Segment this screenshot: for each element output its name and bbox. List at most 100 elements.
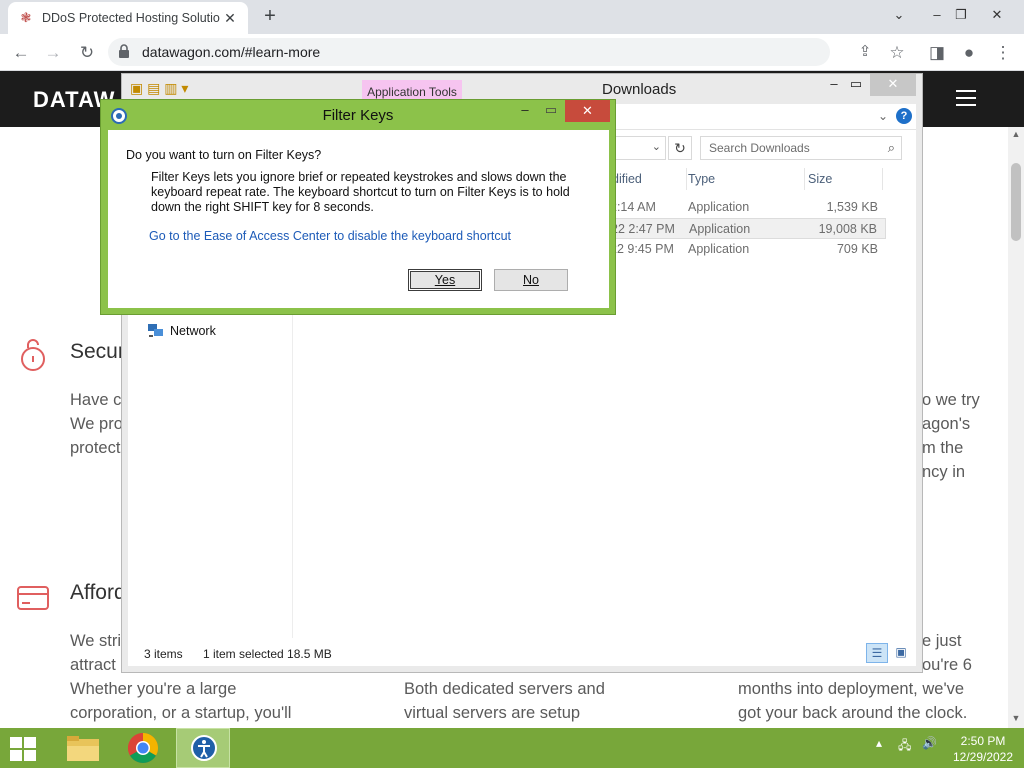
search-input[interactable]: Search Downloads ⌕ xyxy=(700,136,902,160)
address-bar[interactable]: datawagon.com/#learn-more ⇪ xyxy=(108,38,871,66)
taskbar-clock[interactable]: 2:50 PM 12/29/2022 xyxy=(948,733,1018,765)
browser-toolbar: ← → ↻ datawagon.com/#learn-more ⇪ ☆ ◨ ● … xyxy=(0,34,1024,71)
windows-start-icon[interactable] xyxy=(10,737,36,761)
chevron-down-icon[interactable]: ⌄ xyxy=(652,140,661,153)
taskbar: ▴ 🖧 🔊 2:50 PM 12/29/2022 xyxy=(0,728,1024,768)
scroll-down-icon[interactable]: ▼ xyxy=(1008,713,1024,723)
tab-search-icon[interactable]: ⌄ xyxy=(882,0,916,30)
clock-date: 12/29/2022 xyxy=(952,750,1014,764)
show-hidden-icons-icon[interactable]: ▴ xyxy=(876,736,882,750)
afford-text-line: We stri xyxy=(70,632,122,650)
taskbar-ease-of-access[interactable] xyxy=(176,728,230,768)
close-window-button[interactable]: ✕ xyxy=(980,0,1014,30)
no-button[interactable]: No xyxy=(494,269,568,291)
taskbar-file-explorer[interactable] xyxy=(56,728,110,768)
menu-dots-icon[interactable]: ⋮ xyxy=(990,40,1016,66)
mid-text-line: Both dedicated servers and xyxy=(404,680,605,698)
status-item-count: 3 items xyxy=(144,647,183,661)
new-tab-button[interactable]: + xyxy=(258,4,282,28)
ease-of-access-icon xyxy=(191,735,217,761)
nav-item-label: Network xyxy=(170,324,216,338)
column-divider[interactable] xyxy=(686,168,687,190)
file-row[interactable]: 2:14 AM Application 1,539 KB xyxy=(606,197,886,218)
column-date-modified[interactable]: dified xyxy=(612,172,642,186)
file-type: Application xyxy=(688,200,750,214)
right2-text-line: e just xyxy=(922,632,962,650)
dialog-description: Filter Keys lets you ignore brief or rep… xyxy=(151,170,570,214)
expand-ribbon-icon[interactable]: ⌄ xyxy=(878,109,888,123)
right2-text-line: months into deployment, we've xyxy=(738,680,965,698)
taskbar-chrome[interactable] xyxy=(116,728,170,768)
explorer-status-bar: 3 items 1 item selected 18.5 MB ☰ ▣ xyxy=(128,640,916,666)
network-tray-icon[interactable]: 🖧 xyxy=(898,736,911,757)
right2-text-line: ou're 6 xyxy=(922,656,972,674)
yes-button[interactable]: Yes xyxy=(408,269,482,291)
explorer-maximize-button[interactable]: ▭ xyxy=(838,74,874,96)
profile-icon[interactable]: ● xyxy=(956,40,982,66)
column-divider[interactable] xyxy=(882,168,883,190)
afford-text-line: attract xyxy=(70,656,116,674)
quick-access-toolbar-icon[interactable]: ▣ ▤ ▥ ▾ xyxy=(130,80,188,97)
reload-icon[interactable]: ↻ xyxy=(74,40,100,66)
column-type[interactable]: Type xyxy=(688,172,715,186)
restore-button[interactable]: ❐ xyxy=(944,0,978,30)
refresh-icon[interactable]: ↻ xyxy=(668,136,692,160)
credit-card-icon xyxy=(17,586,49,610)
dialog-minimize-button[interactable]: – xyxy=(511,100,539,122)
file-size: 1,539 KB xyxy=(826,200,878,214)
browser-tab-strip: ❃ DDoS Protected Hosting Solutio ✕ + ⌄ –… xyxy=(0,0,1024,34)
large-icons-view-icon[interactable]: ▣ xyxy=(890,643,912,663)
details-view-icon[interactable]: ☰ xyxy=(866,643,888,663)
hamburger-menu-icon[interactable] xyxy=(956,90,976,106)
dialog-body: Do you want to turn on Filter Keys? Filt… xyxy=(108,130,609,308)
mid-text-line: virtual servers are setup xyxy=(404,704,581,722)
tab-title: DDoS Protected Hosting Solutio xyxy=(42,11,220,25)
security-heading: Secur xyxy=(70,340,125,363)
column-size[interactable]: Size xyxy=(808,172,832,186)
file-type: Application xyxy=(689,222,751,236)
side-panel-icon[interactable]: ◨ xyxy=(924,40,950,66)
file-row-selected[interactable]: 22 2:47 PM Application 19,008 KB xyxy=(606,218,886,239)
right-text-line: m the xyxy=(922,439,964,457)
file-size: 709 KB xyxy=(836,242,878,256)
network-icon xyxy=(148,324,163,337)
status-selection: 1 item selected 18.5 MB xyxy=(203,647,332,661)
affordable-heading: Afford xyxy=(70,581,126,604)
afford-text-line: corporation, or a startup, you'll xyxy=(70,704,292,722)
clock-time: 2:50 PM xyxy=(960,734,1006,748)
scrollbar-thumb[interactable] xyxy=(1011,163,1021,241)
file-date: 22 9:45 PM xyxy=(610,242,674,256)
url-text: datawagon.com/#learn-more xyxy=(142,44,321,60)
file-row[interactable]: 22 9:45 PM Application 709 KB xyxy=(606,239,886,260)
column-divider[interactable] xyxy=(804,168,805,190)
folder-icon xyxy=(67,736,99,761)
help-icon[interactable]: ? xyxy=(896,108,912,124)
dialog-title-bar[interactable]: Filter Keys – ▭ ✕ xyxy=(101,100,615,130)
security-text-line: protect xyxy=(70,439,121,457)
browser-tab[interactable]: ❃ DDoS Protected Hosting Solutio ✕ xyxy=(8,2,248,34)
file-date: 22 2:47 PM xyxy=(611,222,675,236)
explorer-title: Downloads xyxy=(602,81,677,98)
forward-icon[interactable]: → xyxy=(40,40,66,66)
dialog-maximize-button[interactable]: ▭ xyxy=(537,100,565,122)
page-scrollbar[interactable]: ▲ ▼ xyxy=(1008,127,1024,728)
nav-item-network[interactable]: Network xyxy=(148,324,216,338)
back-icon[interactable]: ← xyxy=(8,40,34,66)
scroll-up-icon[interactable]: ▲ xyxy=(1008,129,1024,139)
volume-icon[interactable]: 🔊 xyxy=(922,736,937,750)
afford-text-line: Whether you're a large xyxy=(70,680,237,698)
share-icon[interactable]: ⇪ xyxy=(854,41,876,63)
dialog-close-button[interactable]: ✕ xyxy=(565,100,610,122)
close-tab-icon[interactable]: ✕ xyxy=(222,10,238,27)
ease-of-access-link[interactable]: Go to the Ease of Access Center to disab… xyxy=(149,229,511,243)
site-favicon-icon: ❃ xyxy=(20,10,32,25)
security-text-line: We pro xyxy=(70,415,123,433)
chrome-icon xyxy=(127,733,159,764)
file-size: 19,008 KB xyxy=(818,222,877,236)
security-text-line: Have c xyxy=(70,391,122,409)
right-text-line: agon's xyxy=(922,415,971,433)
dialog-question: Do you want to turn on Filter Keys? xyxy=(126,148,322,162)
bookmark-star-icon[interactable]: ☆ xyxy=(884,40,910,66)
explorer-close-button[interactable]: ✕ xyxy=(870,74,916,96)
address-dropdown[interactable]: ⌄ xyxy=(614,136,666,160)
